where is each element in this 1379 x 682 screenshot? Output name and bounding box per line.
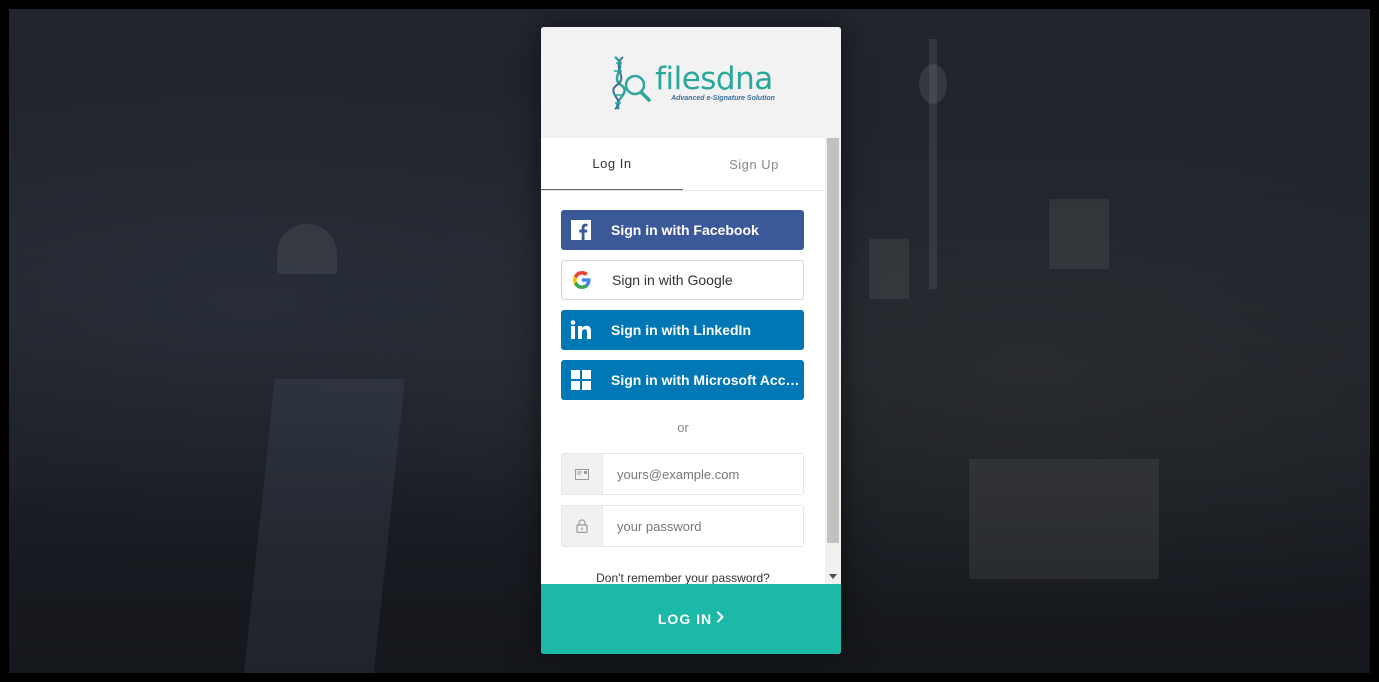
dialog-scrollbar[interactable] — [825, 138, 841, 584]
envelope-icon — [562, 454, 603, 494]
brand-tagline: Advanced e-Signature Solution — [671, 95, 775, 102]
microsoft-button-label: Sign in with Microsoft Account — [611, 372, 801, 388]
facebook-icon — [561, 210, 601, 250]
chevron-right-icon — [716, 610, 725, 628]
forgot-password-link[interactable]: Don't remember your password? — [541, 571, 825, 584]
submit-label: LOG IN — [657, 611, 713, 627]
google-sign-in-button[interactable]: Sign in with Google — [561, 260, 804, 300]
scrollbar-thumb[interactable] — [827, 138, 839, 543]
google-icon — [562, 260, 602, 300]
microsoft-sign-in-button[interactable]: Sign in with Microsoft Account — [561, 360, 804, 400]
scroll-down-arrow-icon[interactable] — [829, 574, 837, 579]
linkedin-icon — [561, 310, 601, 350]
password-field — [561, 505, 804, 547]
building-silhouette — [1049, 199, 1109, 269]
building-silhouette — [969, 459, 1159, 579]
cathedral-dome-silhouette — [277, 224, 337, 274]
auth-tabs: Log In Sign Up — [541, 138, 825, 191]
windows-icon — [561, 360, 601, 400]
tv-tower-sphere — [919, 64, 947, 104]
email-input[interactable] — [603, 454, 803, 494]
facebook-button-label: Sign in with Facebook — [611, 222, 759, 238]
password-input[interactable] — [603, 506, 803, 546]
google-button-label: Sign in with Google — [612, 272, 733, 288]
linkedin-button-label: Sign in with LinkedIn — [611, 322, 751, 338]
email-field — [561, 453, 804, 495]
dialog-body: Log In Sign Up Sign in with Facebook Sig… — [541, 138, 825, 584]
brand-wordmark: filesdna Advanced e-Signature Solution — [655, 63, 775, 102]
tab-sign-up[interactable]: Sign Up — [683, 138, 825, 190]
dna-magnifier-icon — [612, 55, 651, 110]
building-silhouette — [869, 239, 909, 299]
linkedin-sign-in-button[interactable]: Sign in with LinkedIn — [561, 310, 804, 350]
dialog-header: filesdna Advanced e-Signature Solution — [541, 27, 841, 138]
lock-icon — [562, 506, 603, 546]
log-in-submit-button[interactable]: LOG IN — [541, 584, 841, 654]
brand-name: filesdna — [655, 61, 773, 97]
facebook-sign-in-button[interactable]: Sign in with Facebook — [561, 210, 804, 250]
tab-log-in[interactable]: Log In — [541, 138, 683, 190]
river-silhouette — [243, 379, 405, 673]
brand-logo: filesdna Advanced e-Signature Solution — [607, 55, 775, 111]
login-dialog: filesdna Advanced e-Signature Solution L… — [541, 27, 841, 654]
or-separator: or — [677, 420, 689, 435]
